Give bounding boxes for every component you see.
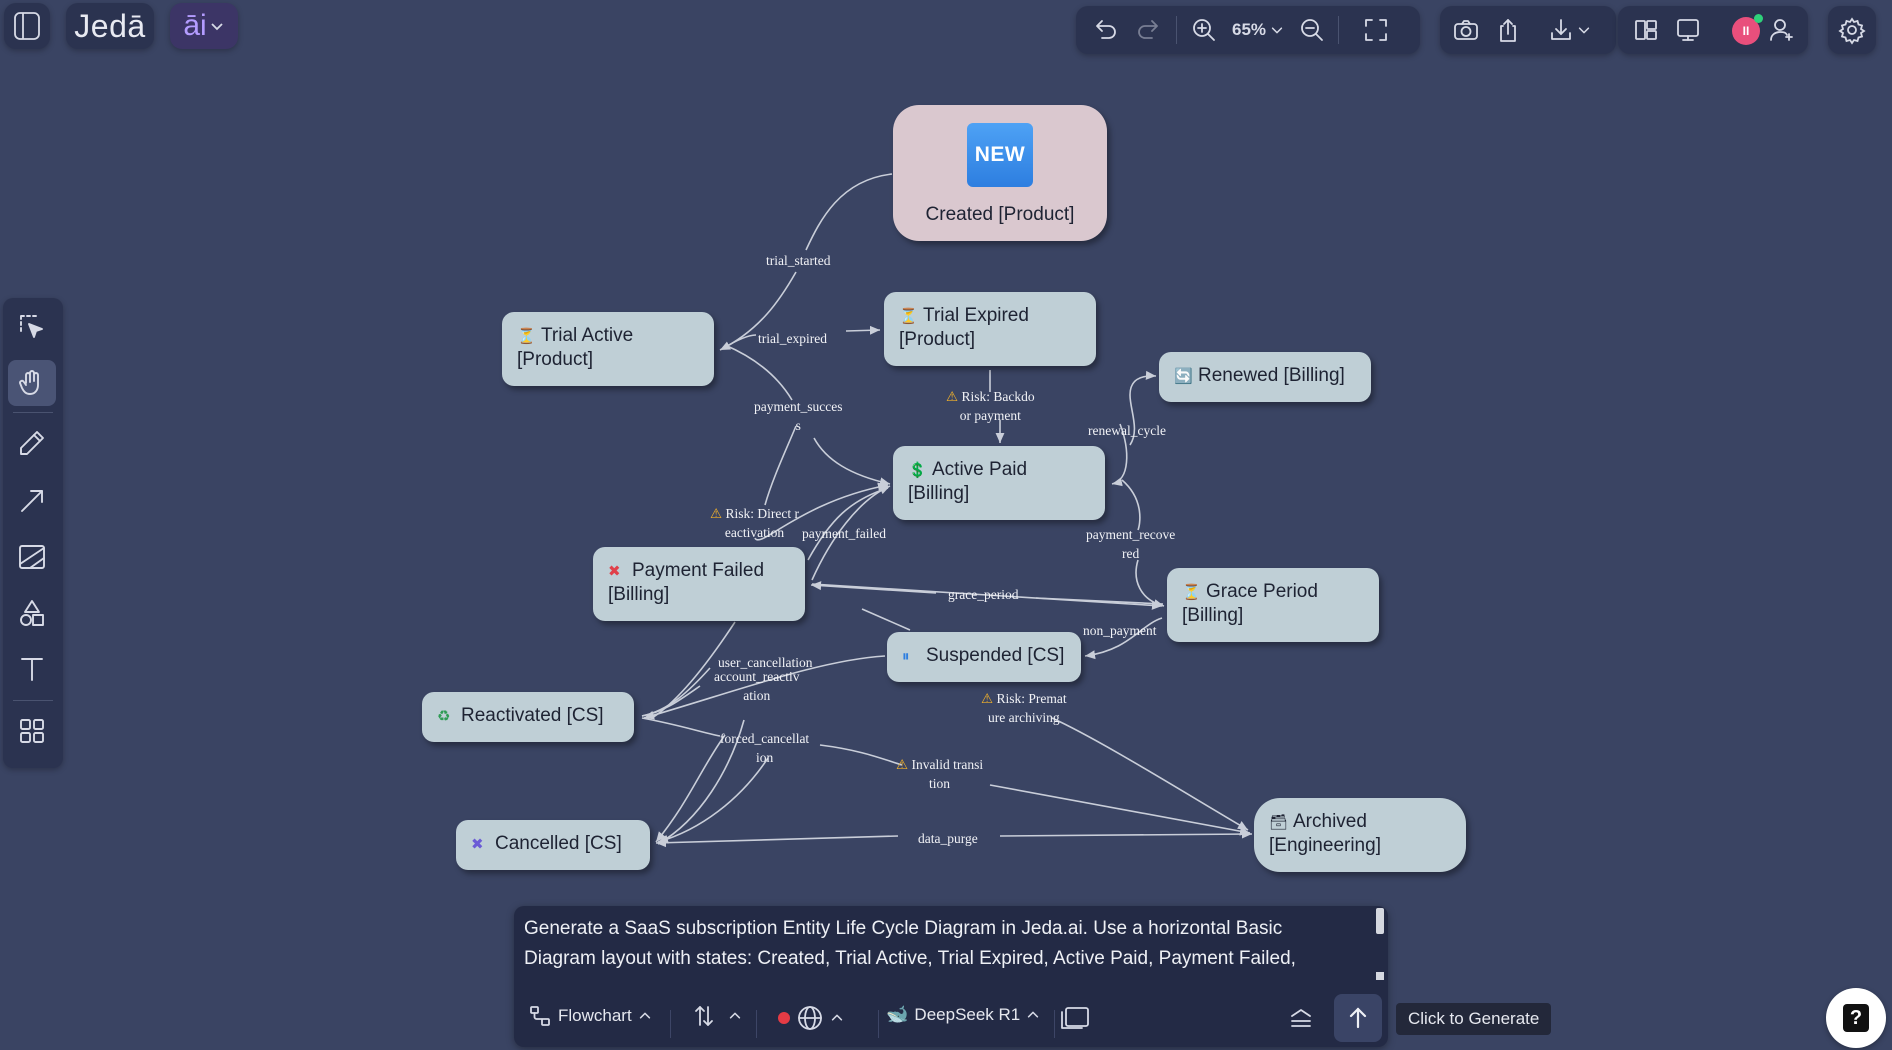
sort-arrows-icon bbox=[695, 1006, 713, 1026]
x-icon: ✖ bbox=[471, 836, 484, 853]
edge-label-payment-success: payment_succes s bbox=[754, 399, 843, 433]
edge-label-renewal-cycle: renewal_cycle bbox=[1088, 423, 1166, 438]
edge-label-risk-backdoor: ⚠ Risk: Backdo or payment bbox=[946, 389, 1035, 423]
node-archived[interactable]: 🗃 Archived [Engineering] bbox=[1254, 798, 1466, 872]
edge-premature bbox=[1051, 717, 1249, 831]
new-badge-icon: NEW bbox=[967, 123, 1033, 187]
node-created[interactable]: NEW Created [Product] bbox=[893, 105, 1107, 241]
edge-react-c bbox=[641, 685, 701, 717]
edge-payment-success-a bbox=[724, 344, 793, 401]
chevron-up-icon bbox=[729, 1012, 741, 1019]
multi-window-icon bbox=[1061, 1007, 1089, 1029]
warning-icon: ⚠ bbox=[896, 757, 909, 772]
edge-cancel-up-b bbox=[657, 757, 769, 844]
edge-label-risk-direct: ⚠ Risk: Direct r eactivation bbox=[710, 506, 799, 540]
globe-search-icon bbox=[798, 1006, 822, 1030]
node-label: Created [Product] bbox=[925, 204, 1075, 225]
web-search-toggle[interactable] bbox=[778, 1004, 844, 1032]
edge-label-risk-premature: ⚠ Risk: Premat ure archiving bbox=[981, 691, 1067, 725]
help-question-icon: ? bbox=[1843, 1004, 1869, 1032]
edge-trial-started bbox=[805, 173, 893, 251]
edge-suspend-from-failed bbox=[861, 608, 911, 631]
resize-handle[interactable] bbox=[1376, 972, 1384, 980]
stack-icon bbox=[1291, 1009, 1311, 1027]
edge-forced-cancel-a bbox=[641, 717, 721, 737]
edge-label-trial-started: trial_started bbox=[766, 253, 831, 268]
prompt-panel: Generate a SaaS subscription Entity Life… bbox=[514, 906, 1388, 1047]
hourglass-icon: ⏳ bbox=[1182, 584, 1201, 601]
generate-button[interactable] bbox=[1334, 994, 1382, 1042]
hourglass-icon: ⏳ bbox=[899, 308, 918, 325]
edge-forced-cancel-b bbox=[819, 744, 903, 766]
edge-grace-b bbox=[810, 581, 937, 594]
node-cancelled[interactable]: ✖ Cancelled [CS] bbox=[456, 820, 650, 870]
edge-data-purge-b bbox=[999, 829, 1253, 839]
warning-icon: ⚠ bbox=[981, 691, 994, 706]
chevron-up-icon bbox=[1028, 1011, 1039, 1018]
node-suspended[interactable]: ⏸ Suspended [CS] bbox=[887, 632, 1081, 682]
edge-label-grace-period: grace_period bbox=[948, 587, 1019, 602]
edge-invalid-a bbox=[989, 784, 1251, 836]
edge-label-trial-expired: trial_expired bbox=[758, 331, 827, 346]
record-dot-icon bbox=[778, 1012, 790, 1024]
recycle-icon: ♻ bbox=[437, 708, 451, 725]
edge-label-account-reactivation: account_reactiv ation bbox=[714, 669, 800, 703]
layout-direction-dropdown[interactable] bbox=[692, 1004, 742, 1028]
edge-label-forced-cancellation: forced_cancellat ion bbox=[720, 731, 810, 765]
diagram-type-dropdown[interactable]: Flowchart bbox=[528, 1004, 652, 1028]
archive-icon: 🗃 bbox=[1269, 814, 1289, 831]
node-payment-failed[interactable]: ✖ Payment Failed [Billing] bbox=[593, 547, 805, 621]
edge-direct-a bbox=[764, 425, 797, 506]
pause-icon: ⏸ bbox=[902, 648, 910, 665]
expand-prompt-button[interactable] bbox=[1288, 1006, 1314, 1032]
chevron-up-icon bbox=[831, 1014, 843, 1021]
edge-label-payment-recovered: payment_recove red bbox=[1086, 527, 1176, 561]
prompt-scrollbar[interactable] bbox=[1376, 908, 1384, 934]
flowchart-icon bbox=[530, 1006, 550, 1026]
cross-icon: ✖ bbox=[608, 563, 621, 580]
chevron-up-icon bbox=[639, 1012, 650, 1019]
dollar-icon: 💲 bbox=[908, 462, 927, 479]
node-reactivated[interactable]: ♻ Reactivated [CS] bbox=[422, 692, 634, 742]
edge-label-data-purge: data_purge bbox=[918, 831, 978, 846]
node-trial-expired[interactable]: ⏳ Trial Expired [Product] bbox=[884, 292, 1096, 366]
edge-payment-success-b bbox=[813, 437, 891, 487]
edge-label-invalid-transition: ⚠ Invalid transi tion bbox=[896, 757, 984, 791]
node-trial-active[interactable]: ⏳ Trial Active [Product] bbox=[502, 312, 714, 386]
refresh-icon: 🔄 bbox=[1174, 368, 1193, 385]
deepseek-whale-icon: 🐋 bbox=[886, 1004, 909, 1024]
edge-label-payment-failed: payment_failed bbox=[802, 526, 886, 541]
hourglass-icon: ⏳ bbox=[517, 328, 536, 345]
edge-trial-expired-2 bbox=[845, 325, 881, 335]
edge-data-purge-a bbox=[655, 835, 899, 848]
edge-recovered-a bbox=[1121, 479, 1141, 531]
arrow-up-icon bbox=[1349, 1007, 1367, 1029]
node-active-paid[interactable]: 💲 Active Paid [Billing] bbox=[893, 446, 1105, 520]
warning-icon: ⚠ bbox=[946, 389, 959, 404]
model-dropdown[interactable]: 🐋 DeepSeek R1 bbox=[886, 1004, 1040, 1025]
edge-cancel-up-a bbox=[655, 734, 726, 843]
attach-context-button[interactable] bbox=[1058, 1004, 1092, 1032]
help-button[interactable]: ? bbox=[1826, 988, 1886, 1048]
warning-icon: ⚠ bbox=[710, 506, 723, 521]
edge-label-non-payment: non_payment bbox=[1083, 623, 1157, 638]
node-renewed[interactable]: 🔄 Renewed [Billing] bbox=[1159, 352, 1371, 402]
prompt-input[interactable]: Generate a SaaS subscription Entity Life… bbox=[524, 914, 1344, 974]
edge-recovered-b bbox=[1135, 559, 1165, 608]
node-grace-period[interactable]: ⏳ Grace Period [Billing] bbox=[1167, 568, 1379, 642]
generate-tooltip: Click to Generate bbox=[1396, 1003, 1552, 1035]
